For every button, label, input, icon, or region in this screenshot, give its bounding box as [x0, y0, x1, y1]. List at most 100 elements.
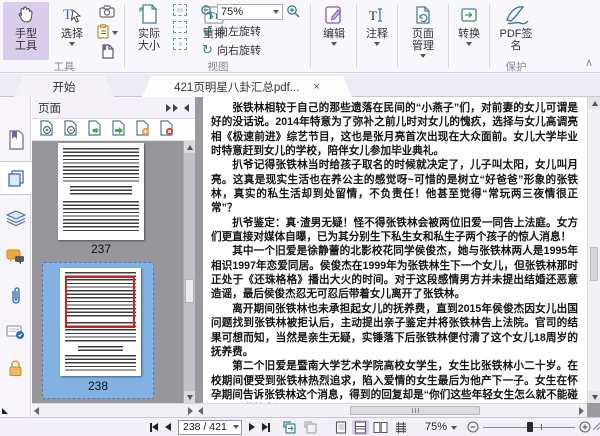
comment-label: 注释	[366, 28, 388, 40]
thumbnail-page-238-preview	[60, 268, 141, 376]
document-vertical-scrollbar[interactable]	[587, 97, 600, 403]
security-panel-button[interactable]	[0, 351, 31, 385]
thumbnail-page-237[interactable]: 237	[58, 141, 144, 259]
actual-size-button[interactable]: 实际大小	[128, 2, 170, 60]
pdf-sign-pen-icon	[503, 2, 529, 28]
page-indicator: 238 / 421	[183, 421, 227, 433]
zoom-out-magnifier-icon[interactable]	[200, 4, 214, 21]
page-navigation: 238 / 421	[150, 419, 318, 435]
document-tab-bar: 开始 421页明星八卦汇总pdf... ×	[0, 74, 600, 97]
thumb-scroll-handle[interactable]	[185, 279, 194, 303]
thumbnail-horizontal-scrollbar[interactable]	[32, 403, 195, 417]
comments-panel-button[interactable]	[0, 240, 31, 274]
previous-page-button[interactable]	[165, 423, 171, 431]
snapshot-camera-icon[interactable]	[96, 3, 118, 20]
first-page-button[interactable]	[150, 422, 158, 432]
window-resize-grip[interactable]	[591, 421, 600, 434]
layout-fit-width-button[interactable]	[352, 419, 369, 435]
actual-size-label: 实际大小	[138, 28, 160, 52]
convert-button[interactable]: 转换	[451, 2, 487, 60]
rotate-left-icon: ↺	[202, 23, 213, 38]
strip-expand-icon[interactable]	[2, 408, 8, 414]
layers-panel-button[interactable]	[0, 201, 31, 235]
doc-hscroll-handle[interactable]	[350, 406, 480, 415]
paste-dropdown-arrow-icon	[112, 30, 118, 35]
document-page[interactable]: 张铁林相较于自己的那些遗落在民间的“小燕子”们，对前妻的女儿可谓是好的没话说。2…	[203, 97, 587, 403]
pages-panel-button[interactable]	[0, 161, 31, 195]
layout-facing-pages-button[interactable]	[372, 420, 389, 435]
zoom-slider-track[interactable]	[483, 422, 576, 432]
protect-group-label: 保护	[505, 61, 527, 73]
edit-button[interactable]: 编辑	[314, 2, 354, 60]
layers-icon	[5, 210, 26, 226]
document-horizontal-scrollbar[interactable]	[195, 403, 587, 417]
thumbnail-zoom-in-icon[interactable]	[39, 120, 54, 139]
previous-view-icon[interactable]	[283, 420, 297, 434]
next-page-button[interactable]	[249, 423, 255, 431]
panel-expand-icon[interactable]	[166, 103, 178, 112]
rotate-left-button[interactable]: ↺ 向左旋转	[200, 22, 306, 40]
last-page-button[interactable]	[262, 422, 270, 432]
hand-icon	[15, 2, 37, 28]
layout-continuous-button[interactable]	[392, 420, 409, 435]
hand-tool-button[interactable]: 手型工具	[3, 2, 49, 60]
fields-panel-button[interactable]	[0, 315, 31, 349]
doc-hscroll-right-icon[interactable]	[579, 406, 584, 415]
navigation-icon-strip	[0, 97, 31, 417]
move-page-up-icon[interactable]	[87, 120, 102, 139]
bookmark-icon	[8, 130, 24, 150]
bookmarks-panel-button[interactable]	[0, 123, 31, 157]
delete-page-icon[interactable]	[159, 120, 174, 139]
zoom-slider-plus-icon[interactable]	[579, 420, 591, 434]
page-number-input[interactable]: 238 / 421	[178, 419, 242, 435]
ribbon-collapse-icon[interactable]: ∧	[585, 56, 593, 69]
ribbon-zoom-value: 75%	[221, 6, 244, 18]
hand-tool-label: 手型工具	[15, 28, 37, 52]
ribbon-zoom-combobox[interactable]: 75%	[217, 4, 283, 20]
status-bar: 238 / 421 75%	[0, 417, 600, 436]
comment-button[interactable]: T 注释	[359, 2, 395, 60]
thumb-hscroll-left-icon[interactable]	[34, 406, 39, 415]
zoom-slider-minus-icon[interactable]	[467, 420, 479, 434]
page-management-label: 页面管理	[412, 28, 434, 52]
zoom-slider-handle[interactable]	[527, 422, 534, 432]
doc-scroll-up-icon[interactable]	[588, 97, 600, 109]
pdf-reader-window: 手型工具 T 选择 工具 实际大小 T 重排 75% ↺ 向左旋转 ↻ 向右旋转…	[0, 0, 600, 436]
rotate-right-button[interactable]: ↻ 向右旋转	[200, 41, 306, 59]
status-zoom-value[interactable]: 75%	[425, 421, 447, 433]
paragraph: 第二个旧爱是暨南大学艺术学院高校女学生，女生比张铁林小二十岁。在校期间便受到张铁…	[211, 360, 578, 401]
next-view-icon[interactable]	[304, 420, 318, 434]
clipboard-paste-icon[interactable]	[96, 23, 118, 40]
tab-start[interactable]: 开始	[14, 76, 114, 97]
zoom-in-magnifier-icon[interactable]	[286, 4, 300, 21]
thumbnail-page-238-label: 238	[87, 379, 109, 393]
tab-close-icon[interactable]: ×	[313, 81, 319, 93]
attachments-panel-button[interactable]	[0, 278, 31, 312]
tab-start-label: 开始	[52, 81, 76, 94]
move-page-down-icon[interactable]	[111, 120, 126, 139]
doc-scroll-down-icon[interactable]	[588, 391, 600, 403]
thumbnail-page-238[interactable]: 238	[42, 262, 154, 399]
add-page-icon[interactable]	[135, 120, 150, 139]
status-zoom-dropdown-icon[interactable]	[451, 426, 458, 430]
main-area: 页面 237 238 张铁林相较于自己的那些遗落在民间的“小燕子”们，对前妻的女…	[0, 97, 600, 417]
layout-single-page-button[interactable]	[332, 420, 349, 435]
pdf-sign-button[interactable]: PDF签名	[492, 2, 540, 60]
select-tool-button[interactable]: T 选择	[52, 2, 92, 60]
page-management-button[interactable]: 页面管理	[400, 2, 446, 60]
zoom-slider	[467, 420, 591, 434]
panel-collapse-icon[interactable]	[184, 103, 189, 112]
tab-document[interactable]: 421页明星八卦汇总pdf... ×	[142, 76, 352, 97]
doc-vscroll-handle[interactable]	[590, 247, 598, 281]
rotate-right-label: 向右旋转	[217, 45, 261, 57]
thumbnail-vertical-scrollbar[interactable]	[183, 141, 196, 403]
thumbnail-zoom-out-icon[interactable]	[63, 120, 78, 139]
thumb-hscroll-right-icon[interactable]	[188, 406, 193, 415]
doc-hscroll-left-icon[interactable]	[198, 406, 203, 415]
new-page-icon[interactable]	[96, 43, 118, 60]
edit-label: 编辑	[323, 28, 345, 40]
edit-icon	[324, 2, 344, 28]
svg-text:T: T	[63, 7, 72, 23]
rotate-left-label: 向左旋转	[217, 26, 261, 38]
convert-icon	[460, 2, 478, 28]
